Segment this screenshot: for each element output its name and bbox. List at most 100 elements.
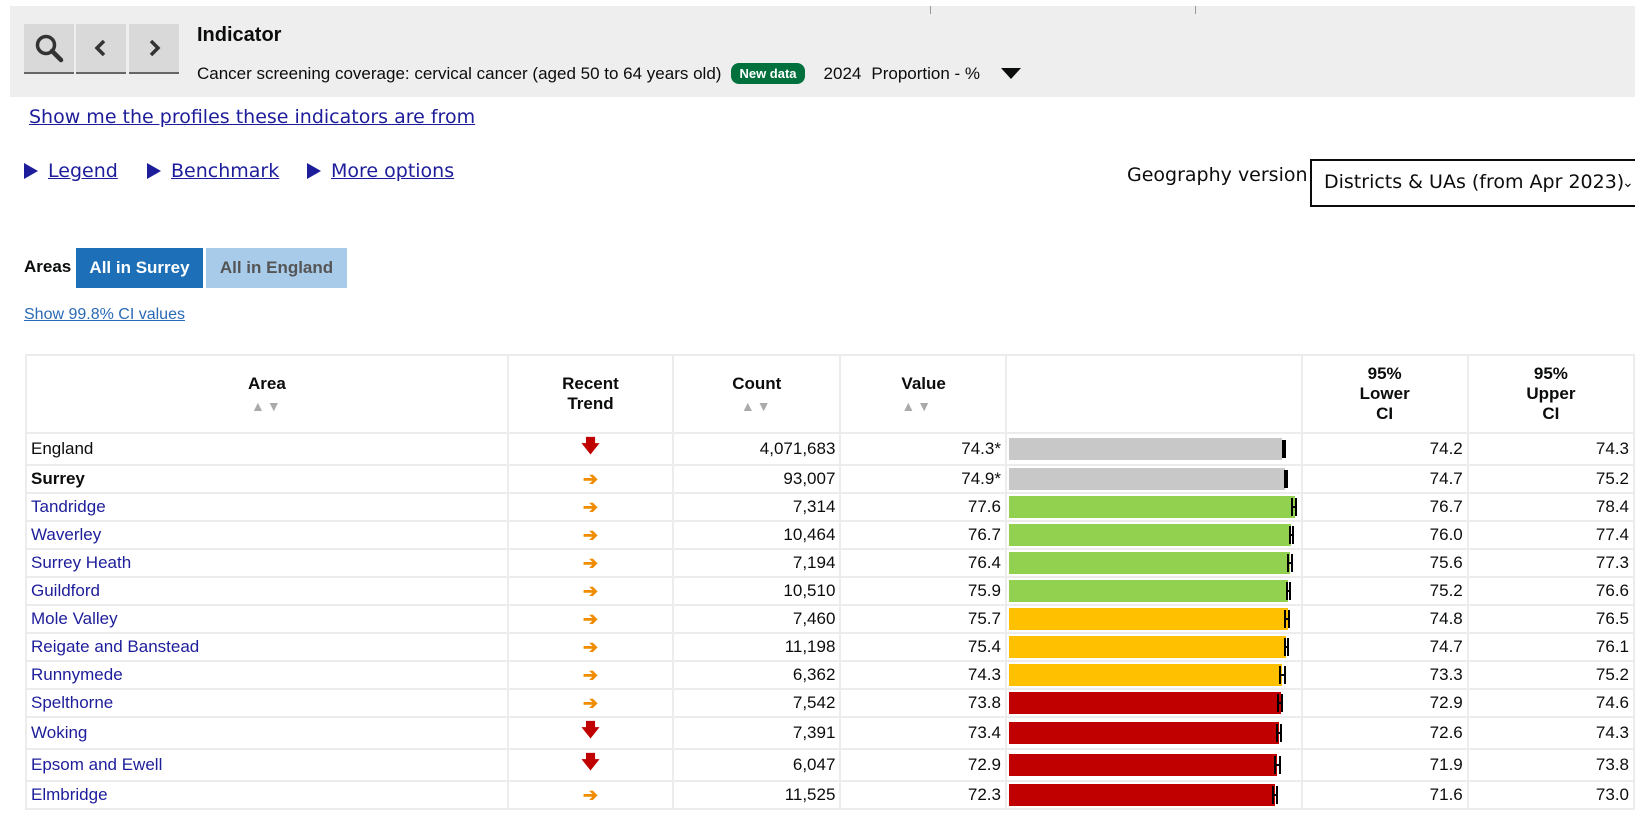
lower-ci-cell: 74.2 — [1300, 432, 1469, 466]
table-row: Waverley ➔ 10,464 76.7 76.0 77.4 — [25, 520, 1635, 550]
upper-ci-cell: 73.0 — [1466, 780, 1635, 810]
value-cell: 75.7 — [839, 604, 1007, 634]
sort-icon[interactable]: ▲▼ — [31, 398, 503, 414]
area-name[interactable]: Epsom and Ewell — [25, 748, 509, 782]
benchmark-link[interactable]: Benchmark — [171, 160, 279, 182]
table-row: Reigate and Banstead ➔ 11,198 75.4 74.7 76.1 — [25, 632, 1635, 662]
value-cell: 74.9* — [839, 464, 1007, 494]
legend-link[interactable]: Legend — [48, 160, 118, 182]
new-data-badge: New data — [731, 63, 805, 84]
value-bar-cell — [1004, 716, 1303, 750]
value-bar — [1008, 552, 1291, 574]
indicator-header: Indicator Cancer screening coverage: cer… — [10, 6, 1635, 97]
area-name[interactable]: Surrey Heath — [25, 548, 509, 578]
arrow-right-icon: ➔ — [582, 608, 599, 629]
upper-ci-cell: 78.4 — [1466, 492, 1635, 522]
sort-icon[interactable]: ▲▼ — [678, 398, 835, 414]
confidence-interval-marker — [1276, 724, 1283, 742]
area-name[interactable]: Runnymede — [25, 660, 509, 690]
area-name[interactable]: Guildford — [25, 576, 509, 606]
confidence-interval-marker — [1277, 694, 1284, 712]
show-profiles-link[interactable]: Show me the profiles these indicators ar… — [29, 106, 475, 128]
trend-cell: 🡇 — [506, 432, 675, 466]
lower-ci-cell: 74.7 — [1300, 464, 1469, 494]
column-header-upper-ci: 95% Upper CI — [1466, 354, 1635, 434]
triangle-right-icon — [147, 163, 161, 179]
lower-ci-cell: 72.6 — [1300, 716, 1469, 750]
trend-cell: ➔ — [506, 780, 675, 810]
benchmark-toggle[interactable]: Benchmark — [147, 160, 279, 182]
confidence-interval-marker — [1278, 666, 1286, 684]
column-header-area[interactable]: Area ▲▼ — [25, 354, 509, 434]
area-name[interactable]: Elmbridge — [25, 780, 509, 810]
value-bar-track — [1008, 580, 1299, 602]
area-name[interactable]: Tandridge — [25, 492, 509, 522]
area-name[interactable]: Reigate and Banstead — [25, 632, 509, 662]
value-bar — [1008, 784, 1276, 806]
count-cell: 7,460 — [672, 604, 842, 634]
indicator-table: Area ▲▼ Recent Trend Count ▲▼ Value ▲▼ 95% … — [25, 354, 1635, 810]
search-button[interactable] — [24, 24, 74, 74]
confidence-interval-marker — [1291, 498, 1298, 516]
value-bar-track — [1008, 664, 1299, 686]
column-header-count[interactable]: Count ▲▼ — [672, 354, 842, 434]
value-cell: 74.3* — [839, 432, 1007, 466]
more-options-link[interactable]: More options — [331, 160, 454, 182]
back-button[interactable] — [76, 24, 126, 74]
value-bar-cell — [1004, 688, 1303, 718]
count-cell: 6,047 — [672, 748, 842, 782]
caret-down-icon[interactable] — [1001, 68, 1022, 79]
arrow-right-icon: ➔ — [582, 784, 599, 805]
arrow-down-icon: 🡇 — [581, 720, 600, 740]
value-bar-track — [1008, 692, 1299, 714]
value-bar — [1008, 608, 1288, 630]
value-bar-cell — [1004, 632, 1303, 662]
areas-option-surrey[interactable]: All in Surrey — [76, 248, 203, 288]
value-cell: 72.3 — [839, 780, 1007, 810]
count-cell: 10,464 — [672, 520, 842, 550]
lower-ci-cell: 74.8 — [1300, 604, 1469, 634]
value-bar-cell — [1004, 520, 1303, 550]
geography-version-label: Geography version — [1127, 164, 1308, 186]
table-row: Guildford ➔ 10,510 75.9 75.2 76.6 — [25, 576, 1635, 606]
count-cell: 7,542 — [672, 688, 842, 718]
chevron-left-icon — [94, 39, 106, 57]
value-cell: 76.4 — [839, 548, 1007, 578]
area-name[interactable]: Spelthorne — [25, 688, 509, 718]
value-cell: 77.6 — [839, 492, 1007, 522]
lower-ci-cell: 74.7 — [1300, 632, 1469, 662]
area-header-label: Area — [248, 374, 286, 393]
confidence-interval-marker — [1283, 638, 1289, 656]
area-name[interactable]: Waverley — [25, 520, 509, 550]
area-name[interactable]: Woking — [25, 716, 509, 750]
upper-ci-cell: 77.3 — [1466, 548, 1635, 578]
legend-toggle[interactable]: Legend — [24, 160, 118, 182]
value-cell: 72.9 — [839, 748, 1007, 782]
value-bar-track — [1008, 552, 1299, 574]
count-cell: 11,525 — [672, 780, 842, 810]
lower-ci-cell: 75.2 — [1300, 576, 1469, 606]
areas-option-england[interactable]: All in England — [206, 248, 347, 288]
more-options-toggle[interactable]: More options — [307, 160, 454, 182]
count-cell: 93,007 — [672, 464, 842, 494]
upper-ci-cell: 76.1 — [1466, 632, 1635, 662]
count-cell: 6,362 — [672, 660, 842, 690]
show-ci-values-link[interactable]: Show 99.8% CI values — [24, 306, 185, 324]
area-name[interactable]: Mole Valley — [25, 604, 509, 634]
lower-ci-cell: 71.9 — [1300, 748, 1469, 782]
areas-label: Areas — [24, 257, 72, 276]
value-bar-cell — [1004, 780, 1303, 810]
geography-version-select[interactable]: Districts & UAs (from Apr 2023) ⌄ — [1310, 159, 1635, 207]
table-row: Mole Valley ➔ 7,460 75.7 74.8 76.5 — [25, 604, 1635, 634]
forward-button[interactable] — [129, 24, 179, 74]
sort-icon[interactable]: ▲▼ — [901, 398, 1001, 414]
value-bar-cell — [1004, 576, 1303, 606]
confidence-interval-marker — [1282, 440, 1287, 458]
indicator-selector[interactable]: Cancer screening coverage: cervical canc… — [197, 63, 1022, 84]
column-header-value[interactable]: Value ▲▼ — [839, 354, 1007, 434]
upper-ci-cell: 77.4 — [1466, 520, 1635, 550]
value-bar-cell — [1004, 604, 1303, 634]
trend-cell: 🡇 — [506, 716, 675, 750]
upper-ci-cell: 75.2 — [1466, 660, 1635, 690]
confidence-interval-marker — [1288, 526, 1294, 544]
